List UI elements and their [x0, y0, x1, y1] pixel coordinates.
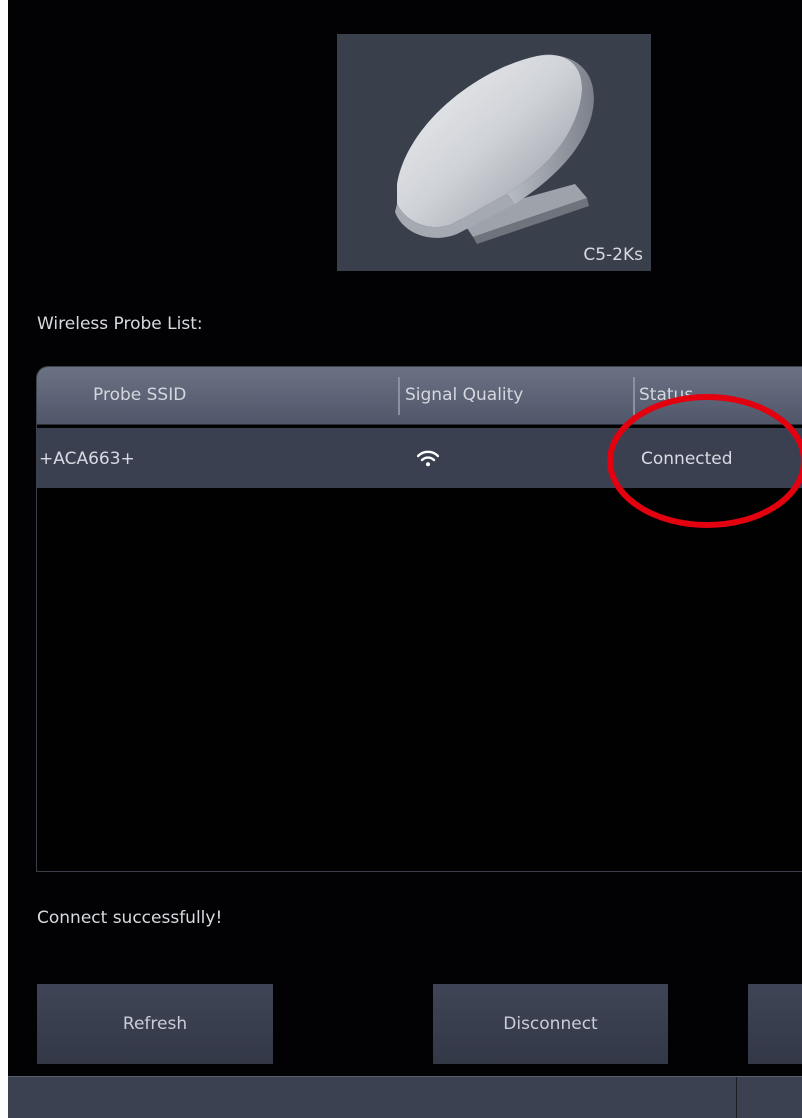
column-header-probe-ssid[interactable]: Probe SSID: [93, 385, 186, 405]
probe-tile[interactable]: C5-2Ks: [337, 34, 651, 271]
probe-model-label: C5-2Ks: [583, 245, 643, 265]
disconnect-button[interactable]: Disconnect: [433, 984, 668, 1064]
bottom-status-bar: [8, 1076, 802, 1118]
more-button[interactable]: [748, 984, 802, 1064]
refresh-button[interactable]: Refresh: [37, 984, 273, 1064]
left-border: [0, 0, 8, 1118]
bottom-bar-divider: [736, 1077, 737, 1118]
table-row[interactable]: +ACA663+ Connected: [37, 428, 802, 488]
connection-status-message: Connect successfully!: [37, 908, 223, 928]
wireless-probe-table[interactable]: Probe SSID Signal Quality Status +ACA663…: [36, 366, 802, 872]
column-header-status[interactable]: Status: [639, 385, 693, 405]
column-divider[interactable]: [398, 377, 400, 415]
column-divider[interactable]: [633, 377, 635, 415]
wireless-probe-list-label: Wireless Probe List:: [37, 314, 203, 334]
status-cell: Connected: [641, 449, 733, 469]
column-header-signal-quality[interactable]: Signal Quality: [405, 385, 523, 405]
probe-ssid-cell: +ACA663+: [39, 449, 135, 469]
wifi-icon: [416, 450, 440, 471]
probe-image: [395, 54, 594, 244]
table-header: Probe SSID Signal Quality Status: [37, 367, 802, 425]
